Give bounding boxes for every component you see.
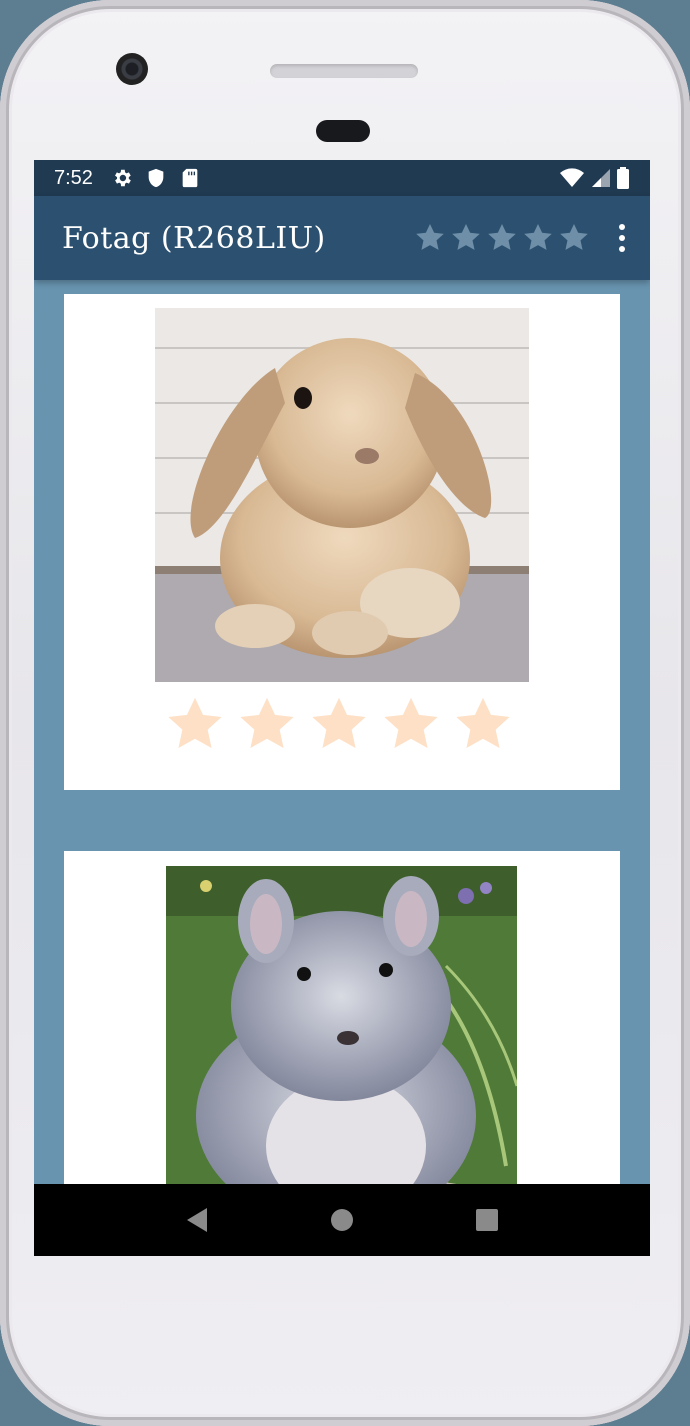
rating-star-2[interactable] [236, 694, 298, 756]
more-vert-icon[interactable] [610, 218, 634, 258]
bunny-photo[interactable] [155, 308, 529, 682]
filter-star-3[interactable] [486, 222, 518, 254]
rating-star-1[interactable] [164, 694, 226, 756]
filter-star-1[interactable] [414, 222, 446, 254]
filter-rating-bar[interactable] [414, 222, 590, 254]
image-card [64, 851, 620, 1184]
app-title: Fotag (R268LIU) [62, 220, 326, 256]
signal-icon [592, 169, 610, 187]
gear-icon [114, 169, 131, 187]
status-bar: 7:52 [34, 160, 650, 196]
earpiece-speaker [270, 64, 418, 78]
status-time: 7:52 [54, 166, 93, 189]
image-card [64, 294, 620, 790]
rating-star-5[interactable] [452, 694, 514, 756]
filter-star-5[interactable] [558, 222, 590, 254]
front-camera [116, 53, 148, 85]
image-rating-bar[interactable] [164, 694, 514, 756]
sd-card-icon [182, 168, 198, 188]
navigation-bar [34, 1184, 650, 1256]
rating-star-3[interactable] [308, 694, 370, 756]
recents-icon[interactable] [467, 1200, 507, 1240]
phone-frame: 7:52 Fotag (R268LIU) [0, 0, 690, 1426]
battery-icon [617, 167, 629, 189]
wifi-icon [560, 168, 584, 187]
back-icon[interactable] [177, 1200, 217, 1240]
image-list[interactable] [34, 280, 650, 1184]
rating-star-4[interactable] [380, 694, 442, 756]
filter-star-2[interactable] [450, 222, 482, 254]
status-right-group [560, 167, 630, 189]
proximity-sensor [316, 120, 370, 142]
filter-star-4[interactable] [522, 222, 554, 254]
chinchilla-photo[interactable] [166, 866, 517, 1184]
app-bar: Fotag (R268LIU) [34, 196, 650, 280]
home-icon[interactable] [322, 1200, 362, 1240]
screen: 7:52 Fotag (R268LIU) [34, 160, 650, 1256]
shield-icon [148, 168, 164, 188]
